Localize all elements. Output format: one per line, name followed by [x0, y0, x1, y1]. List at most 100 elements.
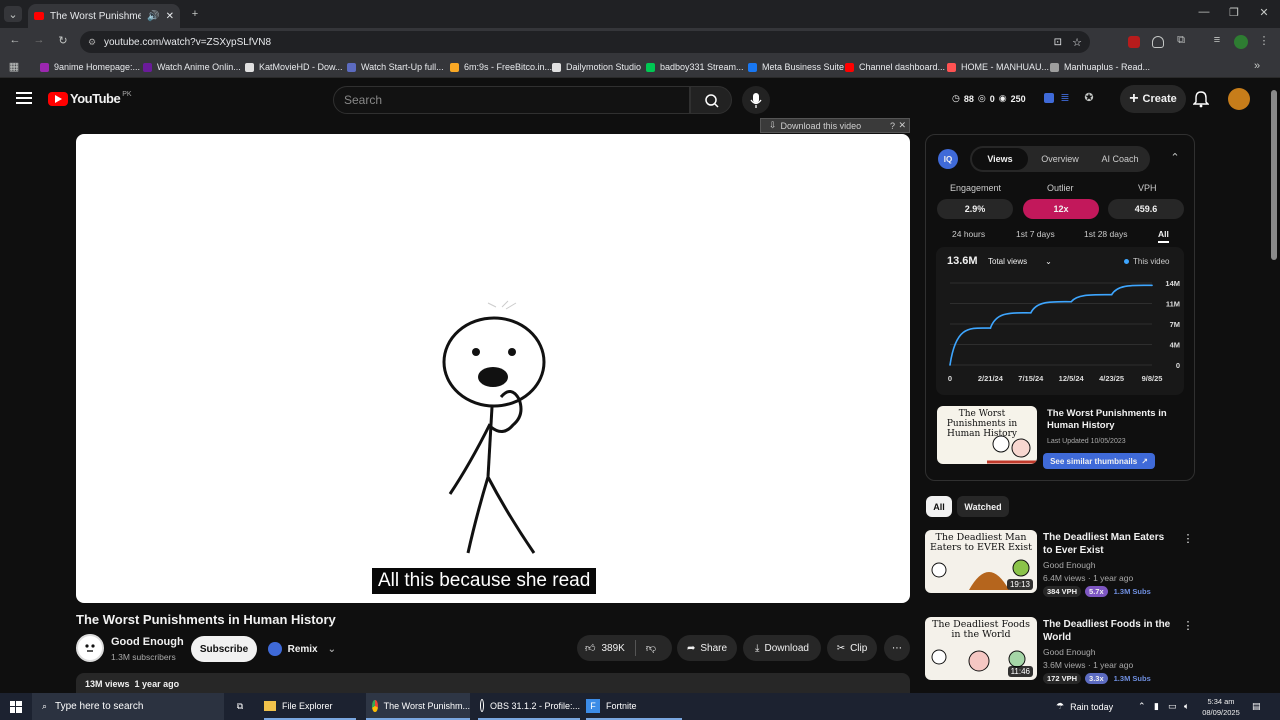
bookmark-item[interactable]: HOME - MANHUAU... — [947, 59, 1049, 75]
task-view-icon[interactable]: ⧉ — [232, 693, 248, 720]
back-icon[interactable]: ← — [8, 34, 22, 46]
taskbar-app-chrome[interactable]: The Worst Punishm... — [366, 693, 470, 720]
filter-chip-watched[interactable]: Watched — [957, 496, 1009, 517]
new-tab-icon[interactable]: + — [188, 6, 202, 22]
account-avatar[interactable] — [1228, 88, 1250, 110]
see-similar-thumbnails-button[interactable]: See similar thumbnails ↗ — [1043, 453, 1155, 469]
clip-button[interactable]: ✂ Clip — [827, 635, 877, 661]
description-box[interactable]: 13M views 1 year ago — [76, 673, 910, 693]
page-scrollbar[interactable] — [1271, 90, 1277, 260]
usb-icon[interactable]: ▮ — [1154, 693, 1162, 720]
voice-search-button[interactable] — [742, 86, 770, 114]
external-link-icon: ↗ — [1141, 456, 1148, 466]
volume-icon[interactable]: 🔈︎ — [1184, 693, 1196, 720]
clock-time: 5:34 am — [1207, 697, 1235, 706]
minimize-icon[interactable]: — — [1196, 6, 1212, 18]
weather-widget[interactable]: ☂ Rain today — [1056, 693, 1132, 720]
clock-date: 08/09/2025 — [1202, 708, 1240, 717]
tab-overview[interactable]: Overview — [1032, 148, 1088, 170]
extensions-puzzle-icon[interactable]: ⧉ — [1174, 34, 1188, 47]
reload-icon[interactable]: ↻ — [56, 34, 70, 47]
range-28d[interactable]: 1st 28 days — [1084, 229, 1127, 239]
more-bookmarks-icon[interactable]: » — [1252, 60, 1262, 72]
reading-list-icon[interactable]: ≡ — [1210, 34, 1224, 46]
install-icon[interactable]: ⊡ — [1054, 37, 1062, 48]
recommendation-item[interactable]: The Deadliest Man Eaters to EVER Exist 1… — [925, 530, 1195, 597]
start-button[interactable] — [8, 693, 24, 720]
clock[interactable]: 5:34 am 08/09/2025 — [1200, 696, 1242, 718]
apps-grid-icon[interactable]: ▦ — [8, 60, 20, 73]
more-vert-icon[interactable]: ⋮ — [1183, 619, 1194, 632]
notification-center-icon[interactable]: ▤ — [1252, 693, 1266, 720]
close-tab-icon[interactable]: ✕ — [166, 11, 174, 22]
range-7d[interactable]: 1st 7 days — [1016, 229, 1055, 239]
bookmark-item[interactable]: Manhuaplus - Read... — [1050, 59, 1150, 75]
taskbar-app-fortnite[interactable]: F Fortnite — [586, 693, 682, 720]
download-button[interactable]: ⤓ Download — [743, 635, 821, 661]
bookmark-item[interactable]: 9anime Homepage:... — [40, 59, 140, 75]
more-actions-button[interactable]: ⋯ — [884, 635, 910, 661]
notifications-bell-icon[interactable] — [1192, 90, 1210, 113]
filter-chip-all[interactable]: All — [926, 496, 952, 517]
vidiq-icon[interactable] — [1044, 93, 1054, 103]
hamburger-menu-icon[interactable] — [16, 92, 32, 104]
bookmark-favicon-icon — [450, 62, 459, 72]
taskbar-search-input[interactable]: ⌕ Type here to search — [32, 693, 224, 720]
badge-icon[interactable]: ✪ — [1083, 91, 1095, 104]
close-icon[interactable]: ✕ — [898, 120, 906, 131]
range-all[interactable]: All — [1158, 229, 1169, 243]
bookmark-item[interactable]: Meta Business Suite — [748, 59, 844, 75]
list-icon[interactable]: ≣ — [1059, 91, 1071, 104]
bookmark-star-icon[interactable]: ☆ — [1072, 36, 1082, 49]
subscribe-button[interactable]: Subscribe — [191, 636, 257, 662]
channel-name[interactable]: Good Enough — [111, 636, 184, 648]
address-bar[interactable]: ⚙ youtube.com/watch?v=ZSXypSLfVN8 ⊡ ☆ — [80, 31, 1090, 53]
vidiq-stats[interactable]: ◷ 88 ◎ 0 ◉ 250 — [952, 93, 1026, 104]
range-24h[interactable]: 24 hours — [952, 229, 985, 239]
browser-menu-icon[interactable]: ⋮ — [1258, 34, 1270, 47]
recommendation-thumbnail[interactable]: The Deadliest Man Eaters to EVER Exist 1… — [925, 530, 1037, 593]
more-vert-icon[interactable]: ⋮ — [1183, 532, 1194, 545]
video-player[interactable]: All this because she read — [76, 134, 910, 603]
bookmark-item[interactable]: Watch Anime Onlin... — [143, 59, 241, 75]
tab-search-icon[interactable]: ⌄ — [4, 6, 22, 22]
close-window-icon[interactable]: ✕ — [1256, 6, 1272, 19]
bookmark-item[interactable]: badboy331 Stream... — [646, 59, 744, 75]
collapse-chevron-icon[interactable]: ⌃ — [1170, 151, 1180, 164]
view-count: 13M views — [85, 679, 130, 689]
bookmark-item[interactable]: KatMovieHD - Dow... — [245, 59, 343, 75]
profile-avatar[interactable] — [1234, 35, 1248, 49]
taskbar-app-obs[interactable]: OBS 31.1.2 - Profile:... — [478, 693, 580, 720]
show-hidden-icons-icon[interactable]: ⌃ — [1138, 693, 1146, 720]
audio-icon[interactable]: 🔊 — [147, 11, 159, 22]
forward-icon[interactable]: → — [32, 34, 46, 46]
like-button[interactable]: 👍︎ 389K — [585, 642, 625, 655]
extension-icon[interactable] — [1128, 36, 1140, 48]
taskbar-app-file-explorer[interactable]: File Explorer — [264, 693, 356, 720]
help-icon[interactable]: ? — [890, 121, 895, 131]
maximize-icon[interactable]: ❐ — [1226, 6, 1242, 19]
tab-views[interactable]: Views — [972, 148, 1028, 170]
tab-ai-coach[interactable]: AI Coach — [1092, 148, 1148, 170]
remix-button[interactable]: Remix ⌄ — [264, 636, 336, 662]
shield-icon[interactable] — [1152, 36, 1164, 48]
network-icon[interactable]: ▭ — [1168, 693, 1180, 720]
search-input[interactable]: Search — [333, 86, 690, 114]
create-button[interactable]: + Create — [1120, 85, 1186, 113]
share-button[interactable]: ➦ Share — [677, 635, 737, 661]
youtube-logo[interactable]: YouTube PK — [48, 91, 132, 106]
browser-tab-active[interactable]: The Worst Punishments in H 🔊 ✕ — [28, 4, 180, 28]
bookmark-item[interactable]: Channel dashboard... — [845, 59, 945, 75]
site-info-icon[interactable]: ⚙ — [88, 37, 96, 48]
recommendation-thumbnail[interactable]: The Deadliest Foods in the World 11:46 — [925, 617, 1037, 680]
dislike-button[interactable]: 👎︎ — [646, 642, 656, 654]
download-video-bar[interactable]: ⇩ Download this video ? ✕ — [760, 118, 910, 133]
search-button[interactable] — [690, 86, 732, 114]
bookmark-favicon-icon — [748, 62, 757, 72]
recommendation-item[interactable]: The Deadliest Foods in the World 11:46 T… — [925, 617, 1195, 684]
bookmark-item[interactable]: Watch Start-Up full... — [347, 59, 444, 75]
bookmark-item[interactable]: Dailymotion Studio — [552, 59, 641, 75]
current-video-thumbnail[interactable]: The Worst Punishments in Human History — [937, 406, 1037, 464]
channel-avatar[interactable] — [76, 634, 104, 662]
bookmark-item[interactable]: 6m:9s - FreeBitco.in... — [450, 59, 552, 75]
